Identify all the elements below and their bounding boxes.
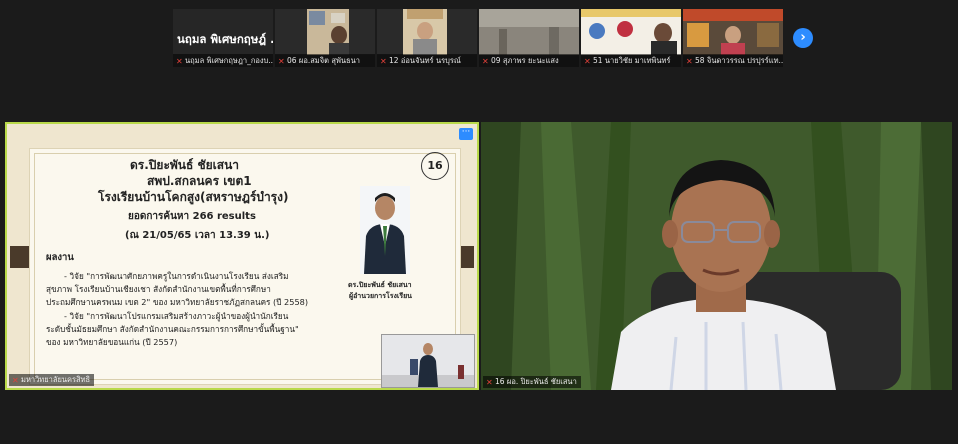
participant-label: ✕ 58 จินดาวรรณ ปรปุรร์แท... bbox=[683, 54, 783, 67]
speaker-video-tile: ✕ 16 ผอ. ปิยะพันธ์ ชัยเสนา bbox=[481, 122, 952, 390]
participant-video bbox=[275, 9, 375, 55]
photo-caption-name: ดร.ปิยะพันธ์ ชัยเสนา bbox=[348, 281, 412, 289]
muted-mic-icon: ✕ bbox=[12, 376, 19, 385]
slide-body-line: สุขภาพ โรงเรียนบ้านเชียงเชา สังกัดสำนักง… bbox=[46, 284, 271, 294]
participant-label: ✕ 06 ผอ.สมจิต สุพันธนา bbox=[275, 54, 375, 67]
participant-video bbox=[377, 9, 477, 55]
muted-mic-icon: ✕ bbox=[482, 57, 489, 66]
muted-mic-icon: ✕ bbox=[584, 57, 591, 66]
presenter-pip-video bbox=[381, 334, 475, 388]
speaker-name-tag: ✕ 16 ผอ. ปิยะพันธ์ ชัยเสนา bbox=[483, 376, 581, 388]
participant-video bbox=[683, 9, 783, 55]
slide-page-number: 16 bbox=[421, 152, 449, 180]
participant-label: ✕ 12 อ่อนจันทร์ นรบุรณ์ bbox=[377, 54, 477, 67]
search-date: (ณ 21/05/65 เวลา 13.39 น.) bbox=[125, 230, 270, 241]
muted-mic-icon: ✕ bbox=[486, 378, 493, 387]
slide-body-line: ของ มหาวิทยาลัยขอนแก่น (ปี 2557) bbox=[46, 337, 178, 347]
participant-label: ✕ 09 สุภาพร ยะนะแสง bbox=[479, 54, 579, 67]
participant-tile[interactable]: ✕ 09 สุภาพร ยะนะแสง bbox=[479, 9, 579, 67]
participant-tile[interactable]: นฤมล พิเศษกฤษฎ์ ... ✕ นฤมล พิเศษกฤษฎา_กอง… bbox=[173, 9, 273, 67]
participant-tile[interactable]: ✕ 12 อ่อนจันทร์ นรบุรณ์ bbox=[377, 9, 477, 67]
slide-body-line: - วิจัย "การพัฒนาโปรแกรมเสริมสร้างภาวะผู… bbox=[64, 311, 289, 321]
participant-label: ✕ นฤมล พิเศษกฤษฎา_กองบ... bbox=[173, 54, 273, 67]
presenter-photo bbox=[360, 186, 410, 274]
muted-mic-icon: ✕ bbox=[380, 57, 387, 66]
search-count: ยอดการค้นหา 266 results bbox=[128, 211, 256, 222]
participant-tile[interactable]: ✕ 51 นายวิชัย มาเทพินทร์ bbox=[581, 9, 681, 67]
muted-mic-icon: ✕ bbox=[176, 57, 183, 66]
shared-screen-tile: ดร.ปิยะพันธ์ ชัยเสนา สพป.สกลนคร เขต1 โรง… bbox=[5, 122, 479, 390]
speaker-video bbox=[481, 122, 952, 390]
slide-section-title: ผลงาน bbox=[46, 252, 74, 263]
more-options-button[interactable]: ··· bbox=[459, 128, 473, 140]
photo-caption-role: ผู้อำนวยการโรงเรียน bbox=[349, 292, 412, 300]
muted-mic-icon: ✕ bbox=[686, 57, 693, 66]
slide-body-line: ระดับชั้นมัธยมศึกษา สังกัดสำนักงานคณะกรร… bbox=[46, 324, 299, 334]
participant-tile[interactable]: ✕ 58 จินดาวรรณ ปรปุรร์แท... bbox=[683, 9, 783, 67]
participant-video bbox=[479, 9, 579, 55]
participant-tile[interactable]: ✕ 06 ผอ.สมจิต สุพันธนา bbox=[275, 9, 375, 67]
muted-mic-icon: ✕ bbox=[278, 57, 285, 66]
slide-body-line: ประถมศึกษานครพนม เขต 2" ของ มหาวิทยาลัยร… bbox=[46, 297, 309, 307]
participant-strip: นฤมล พิเศษกฤษฎ์ ... ✕ นฤมล พิเศษกฤษฎา_กอง… bbox=[173, 9, 783, 67]
slide-school: โรงเรียนบ้านโคกสูง(สหราษฎร์บำรุง) bbox=[98, 190, 289, 204]
participant-display-name: นฤมล พิเศษกฤษฎ์ ... bbox=[177, 32, 273, 46]
next-participants-button[interactable]: › bbox=[793, 28, 813, 48]
slide-body-line: - วิจัย "การพัฒนาศักยภาพครูในการดำเนินงา… bbox=[64, 271, 289, 281]
participant-label: ✕ 51 นายวิชัย มาเทพินทร์ bbox=[581, 54, 681, 67]
participant-video bbox=[581, 9, 681, 55]
share-name-tag: ✕ มหาวิทยาลัยนครสิทธิ bbox=[9, 374, 95, 386]
